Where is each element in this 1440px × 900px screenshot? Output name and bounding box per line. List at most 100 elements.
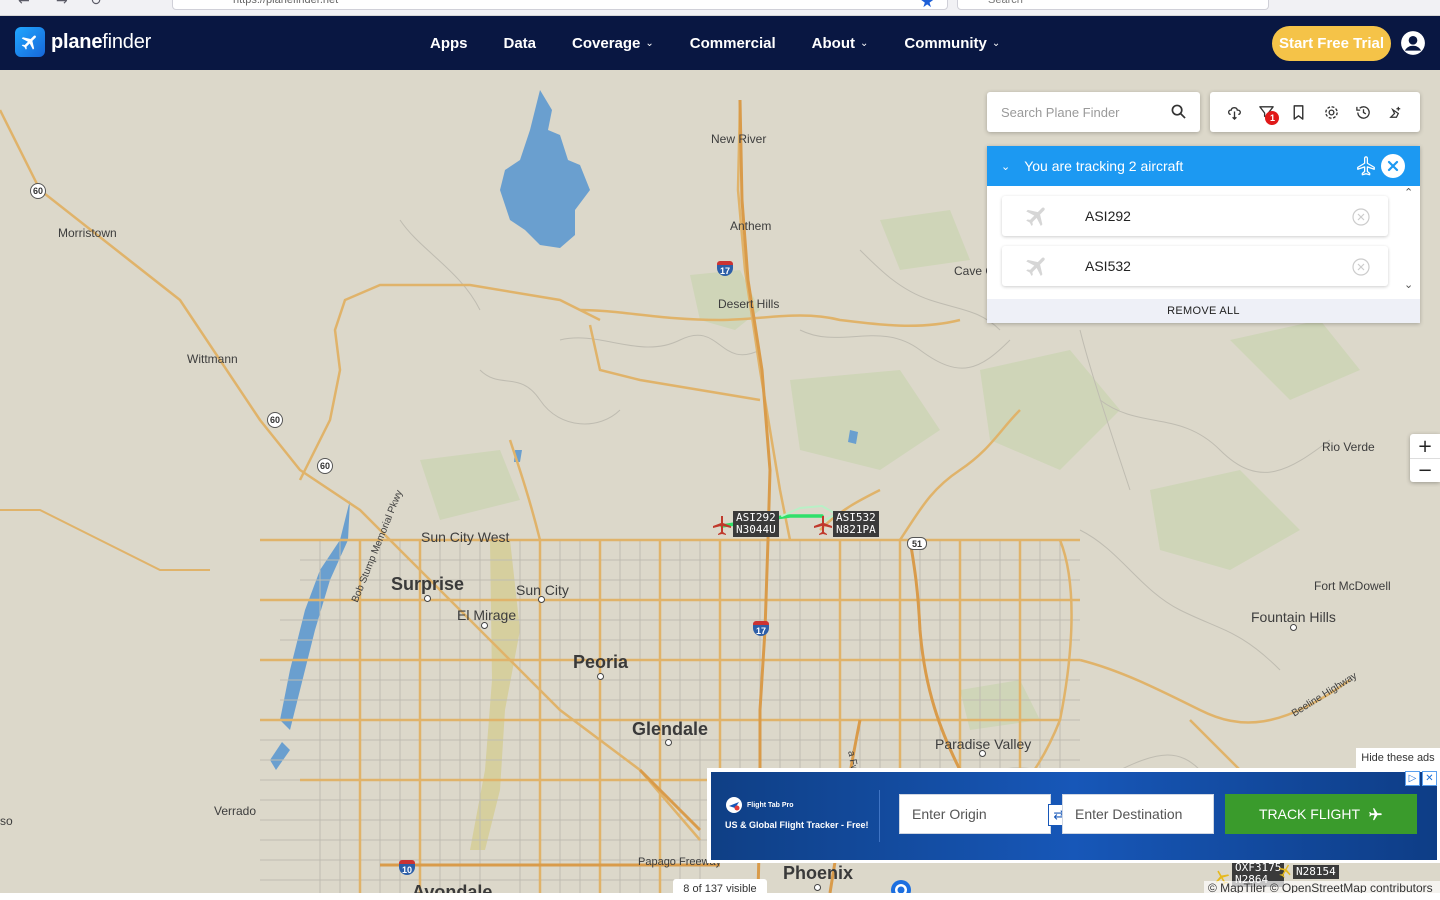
filter-count-badge: 1 bbox=[1265, 111, 1280, 125]
place-label: Sun City West bbox=[421, 529, 510, 545]
filter-button[interactable]: 1 bbox=[1255, 101, 1280, 125]
plane-outline-icon[interactable] bbox=[1355, 155, 1377, 177]
browser-search[interactable]: Search bbox=[957, 0, 1269, 10]
tracking-title: You are tracking 2 aircraft bbox=[1024, 158, 1184, 174]
place-marker bbox=[538, 596, 545, 603]
aircraft-marker-icon[interactable] bbox=[713, 516, 731, 536]
start-free-trial-button[interactable]: Start Free Trial bbox=[1272, 26, 1391, 61]
place-label: Surprise bbox=[391, 574, 465, 594]
tracked-aircraft-row[interactable]: ASI532 bbox=[1002, 246, 1388, 286]
us-60-shield: 60 bbox=[30, 183, 46, 199]
place-label: El Mirage bbox=[457, 607, 517, 623]
tracking-panel: ⌄ You are tracking 2 aircraft ⌃ ASI292 A… bbox=[987, 146, 1420, 323]
playback-button[interactable] bbox=[1385, 101, 1407, 123]
nav-coverage[interactable]: Coverage ⌄ bbox=[572, 35, 654, 52]
tracked-callsign: ASI292 bbox=[1085, 208, 1131, 224]
chevron-down-icon: ⌄ bbox=[859, 37, 869, 49]
remove-circle-icon[interactable] bbox=[1352, 208, 1370, 226]
destination-input[interactable] bbox=[1062, 794, 1214, 834]
place-marker bbox=[665, 739, 672, 746]
history-icon bbox=[1356, 105, 1370, 119]
chevron-down-icon: ⌄ bbox=[991, 37, 1001, 49]
tracked-aircraft-row[interactable]: ASI292 bbox=[1002, 196, 1388, 236]
place-label: Peoria bbox=[573, 652, 629, 672]
ad-choices-icon[interactable]: ▷ bbox=[1405, 771, 1420, 786]
place-label: Anthem bbox=[730, 219, 772, 233]
aircraft-label[interactable]: N28154 bbox=[1293, 865, 1339, 879]
ad-close-icon[interactable]: ✕ bbox=[1422, 771, 1437, 786]
page-bottom bbox=[0, 893, 1440, 900]
back-icon[interactable]: ← bbox=[18, 0, 30, 9]
close-tracking-button[interactable] bbox=[1381, 154, 1405, 178]
reload-icon[interactable]: ↻ bbox=[90, 0, 102, 9]
history-button[interactable] bbox=[1352, 101, 1374, 123]
chevron-down-icon: ⌄ bbox=[645, 37, 654, 49]
place-label: Fort McDowell bbox=[1314, 579, 1391, 593]
scroll-down-icon[interactable]: ⌄ bbox=[1404, 278, 1413, 291]
place-marker bbox=[814, 884, 821, 891]
logo[interactable]: planefinder bbox=[15, 27, 151, 57]
remove-all-button[interactable]: REMOVE ALL bbox=[987, 299, 1420, 323]
site-header: planefinder Apps Data Coverage ⌄ Commerci… bbox=[0, 16, 1440, 70]
place-marker bbox=[424, 595, 431, 602]
user-location-icon[interactable] bbox=[889, 878, 913, 893]
ad-content: Flight Tab Pro US & Global Flight Tracke… bbox=[711, 772, 1437, 860]
plane-icon bbox=[1369, 807, 1382, 820]
nav-about[interactable]: About ⌄ bbox=[812, 35, 869, 52]
aircraft-label[interactable]: ASI532 N821PA bbox=[833, 511, 879, 537]
track-flight-button[interactable]: TRACK FLIGHT bbox=[1225, 794, 1417, 834]
search-icon[interactable] bbox=[1171, 104, 1186, 119]
nav-community[interactable]: Community ⌄ bbox=[904, 35, 1000, 52]
ad-banner: Flight Tab Pro US & Global Flight Tracke… bbox=[707, 768, 1440, 863]
bookmark-button[interactable] bbox=[1288, 101, 1310, 123]
ad-brand: Flight Tab Pro bbox=[725, 796, 794, 814]
ad-brand-name: Flight Tab Pro bbox=[747, 801, 794, 809]
place-label: so bbox=[0, 814, 13, 828]
map-toolbar: 1 bbox=[1210, 92, 1420, 132]
search-input[interactable] bbox=[1001, 104, 1161, 120]
playback-icon bbox=[1389, 106, 1401, 118]
weather-button[interactable] bbox=[1223, 101, 1245, 123]
aircraft-icon bbox=[1026, 207, 1045, 226]
us-60-shield: 60 bbox=[317, 458, 333, 474]
place-label: Phoenix bbox=[783, 863, 854, 883]
aircraft-marker-icon[interactable] bbox=[1278, 864, 1292, 878]
scroll-up-icon[interactable]: ⌃ bbox=[1404, 186, 1413, 199]
place-label: Wittmann bbox=[187, 352, 238, 366]
place-label: New River bbox=[711, 132, 767, 146]
place-label: Verrado bbox=[214, 804, 257, 818]
zoom-out-button[interactable]: − bbox=[1410, 458, 1440, 482]
ad-logo-icon bbox=[726, 797, 742, 813]
remove-circle-icon[interactable] bbox=[1352, 258, 1370, 276]
bookmark-star-icon[interactable]: ★ bbox=[920, 0, 934, 11]
address-bar[interactable]: https://planefinder.net bbox=[172, 0, 948, 10]
tracking-header[interactable]: ⌄ You are tracking 2 aircraft bbox=[987, 146, 1420, 186]
account-icon[interactable] bbox=[1400, 30, 1426, 56]
settings-button[interactable] bbox=[1320, 101, 1342, 123]
place-label: Morristown bbox=[58, 226, 117, 240]
zoom-control: + − bbox=[1410, 434, 1440, 482]
nav-commercial[interactable]: Commercial bbox=[690, 35, 776, 52]
sr-51-shield: 51 bbox=[907, 537, 927, 550]
aircraft-label[interactable]: ASI292 N3044U bbox=[733, 511, 779, 537]
place-label: Avondale bbox=[412, 882, 493, 893]
us-60-shield: 60 bbox=[267, 412, 283, 428]
zoom-in-button[interactable]: + bbox=[1410, 434, 1440, 458]
nav-apps[interactable]: Apps bbox=[430, 35, 468, 52]
aircraft-marker-icon[interactable] bbox=[814, 516, 832, 536]
forward-icon[interactable]: → bbox=[56, 0, 68, 9]
settings-icon bbox=[1324, 105, 1338, 119]
nav-data[interactable]: Data bbox=[504, 35, 537, 52]
place-marker bbox=[481, 622, 488, 629]
origin-input[interactable] bbox=[899, 794, 1051, 834]
ad-tagline: US & Global Flight Tracker - Free! bbox=[725, 820, 869, 830]
chevron-down-icon[interactable]: ⌄ bbox=[1001, 160, 1010, 173]
browser-toolbar: ← → ↻ https://planefinder.net ★ Search bbox=[0, 0, 1440, 16]
main-nav: Apps Data Coverage ⌄ Commercial About ⌄ Co… bbox=[430, 16, 1036, 70]
tracked-aircraft-list: ⌃ ASI292 ASI532 ⌄ bbox=[987, 186, 1420, 299]
bookmark-icon bbox=[1293, 104, 1304, 120]
hide-ads-link[interactable]: Hide these ads bbox=[1356, 748, 1440, 768]
place-label: Glendale bbox=[632, 719, 709, 739]
aircraft-icon bbox=[1026, 257, 1045, 276]
place-marker bbox=[597, 673, 604, 680]
